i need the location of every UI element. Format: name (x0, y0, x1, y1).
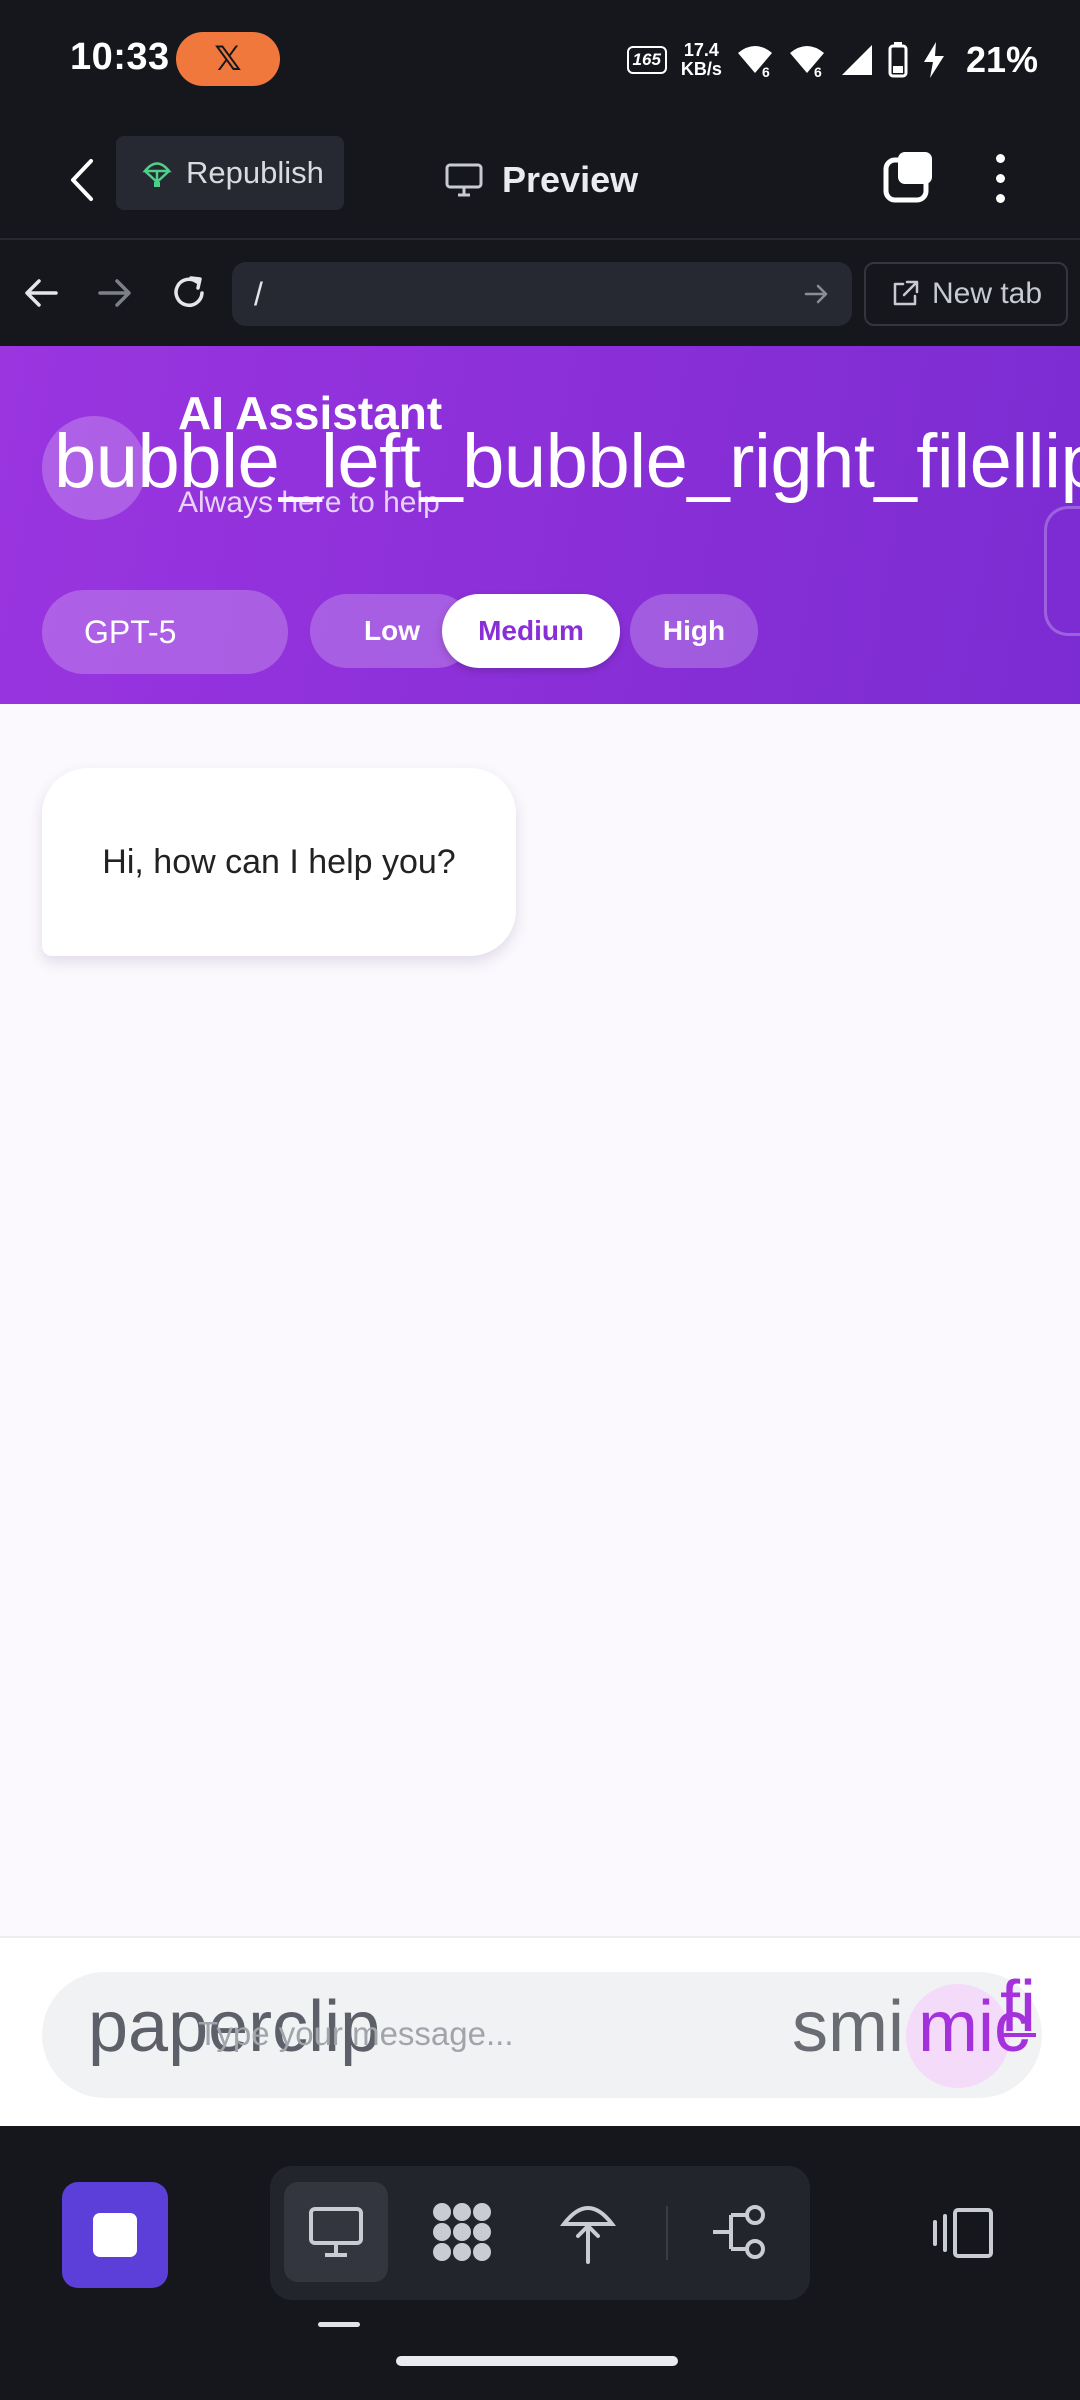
tabs-icon (883, 152, 932, 203)
app-header: Republish Preview (0, 120, 1080, 240)
message-input[interactable] (198, 1998, 718, 2070)
grid-dots-icon (433, 2203, 491, 2261)
svg-text:6: 6 (814, 64, 822, 77)
status-bar: 10:33 𝕏 165 17.4 KB/s 6 6 21% (0, 0, 1080, 120)
x-logo-icon: 𝕏 (214, 40, 242, 78)
arrow-right-icon (98, 279, 131, 307)
signal-icon (841, 45, 872, 75)
side-panel-edge (1044, 506, 1080, 636)
workflow-icon (713, 2205, 765, 2259)
effort-medium-button[interactable]: Medium (442, 594, 620, 668)
dock-flow-button[interactable] (688, 2182, 792, 2282)
chat-header: AI Assistant Always here to help bubble_… (0, 346, 1080, 704)
wifi-6-secondary-icon: 6 (789, 46, 824, 77)
x-app-badge: 𝕏 (176, 32, 280, 86)
assistant-message-bubble: Hi, how can I help you? (42, 768, 516, 956)
republish-button[interactable]: Republish (116, 136, 344, 210)
network-speed-value: 17.4 (683, 40, 719, 60)
dock-preview-button[interactable] (284, 2182, 388, 2282)
effort-low-label: Low (364, 615, 420, 646)
url-text: / (254, 275, 263, 312)
status-icons: 165 17.4 KB/s 6 6 21% (626, 30, 1038, 90)
preview-label: Preview (502, 159, 639, 200)
new-tab-label: New tab (931, 277, 1043, 310)
status-time: 10:33 (70, 36, 170, 78)
monitor-icon (445, 163, 483, 197)
republish-label: Republish (186, 155, 324, 190)
preview-tab[interactable]: Preview (444, 148, 638, 212)
battery-percent: 21% (965, 39, 1038, 80)
reload-button[interactable] (164, 266, 214, 320)
stop-button[interactable] (62, 2182, 168, 2288)
effort-high-button[interactable]: High (630, 594, 758, 668)
home-indicator[interactable] (396, 2356, 678, 2366)
message-text: Hi, how can I help you? (102, 842, 456, 881)
browser-forward-button[interactable] (90, 266, 140, 320)
model-label: GPT-5 (84, 613, 177, 650)
wifi-6-icon: 6 (737, 46, 772, 77)
dock-tool-group (270, 2166, 810, 2300)
parachute-icon (142, 162, 172, 187)
split-view-icon (933, 2208, 993, 2258)
effort-high-label: High (662, 615, 726, 646)
header-icon-ligature-text: bubble_left_bubble_right_filellip (54, 419, 1080, 504)
bottom-dock (0, 2126, 1080, 2400)
network-speed: 17.4 KB/s (681, 41, 722, 79)
network-speed-unit: KB/s (680, 59, 722, 79)
back-button[interactable] (52, 148, 112, 212)
arrow-left-icon (25, 279, 58, 307)
go-arrow-icon[interactable] (804, 283, 830, 305)
dock-modules-button[interactable] (410, 2182, 514, 2282)
model-selector[interactable]: GPT-5 (42, 590, 288, 674)
composer: paperclip smi mic (0, 1936, 1080, 2126)
dock-separator (666, 2206, 668, 2260)
dock-deploy-button[interactable] (536, 2182, 640, 2282)
emoji-icon[interactable]: smi (792, 1986, 904, 2068)
browser-back-button[interactable] (16, 266, 66, 320)
stop-icon (93, 2213, 137, 2257)
url-field[interactable]: / (232, 262, 852, 326)
monitor-icon (309, 2207, 363, 2257)
refresh-rate-badge: 165 (626, 46, 667, 74)
dock-split-view-button[interactable] (928, 2200, 998, 2266)
parachute-upload-icon (560, 2206, 616, 2264)
active-tab-indicator (318, 2322, 360, 2327)
composer-box: paperclip smi mic (42, 1972, 1042, 2098)
svg-text:6: 6 (762, 64, 770, 77)
tabs-button[interactable] (878, 146, 942, 210)
external-link-icon (893, 280, 919, 306)
chevron-left-icon (71, 159, 93, 201)
web-preview: AI Assistant Always here to help bubble_… (0, 346, 1080, 2126)
new-tab-button[interactable]: New tab (864, 262, 1068, 326)
more-options-button[interactable] (980, 146, 1020, 210)
send-icon[interactable]: fi (1000, 1966, 1036, 2048)
reload-icon (174, 276, 204, 307)
browser-bar: / New tab (0, 242, 1080, 346)
effort-medium-label: Medium (478, 615, 584, 646)
battery-icon (888, 42, 908, 78)
charging-icon (923, 42, 944, 78)
